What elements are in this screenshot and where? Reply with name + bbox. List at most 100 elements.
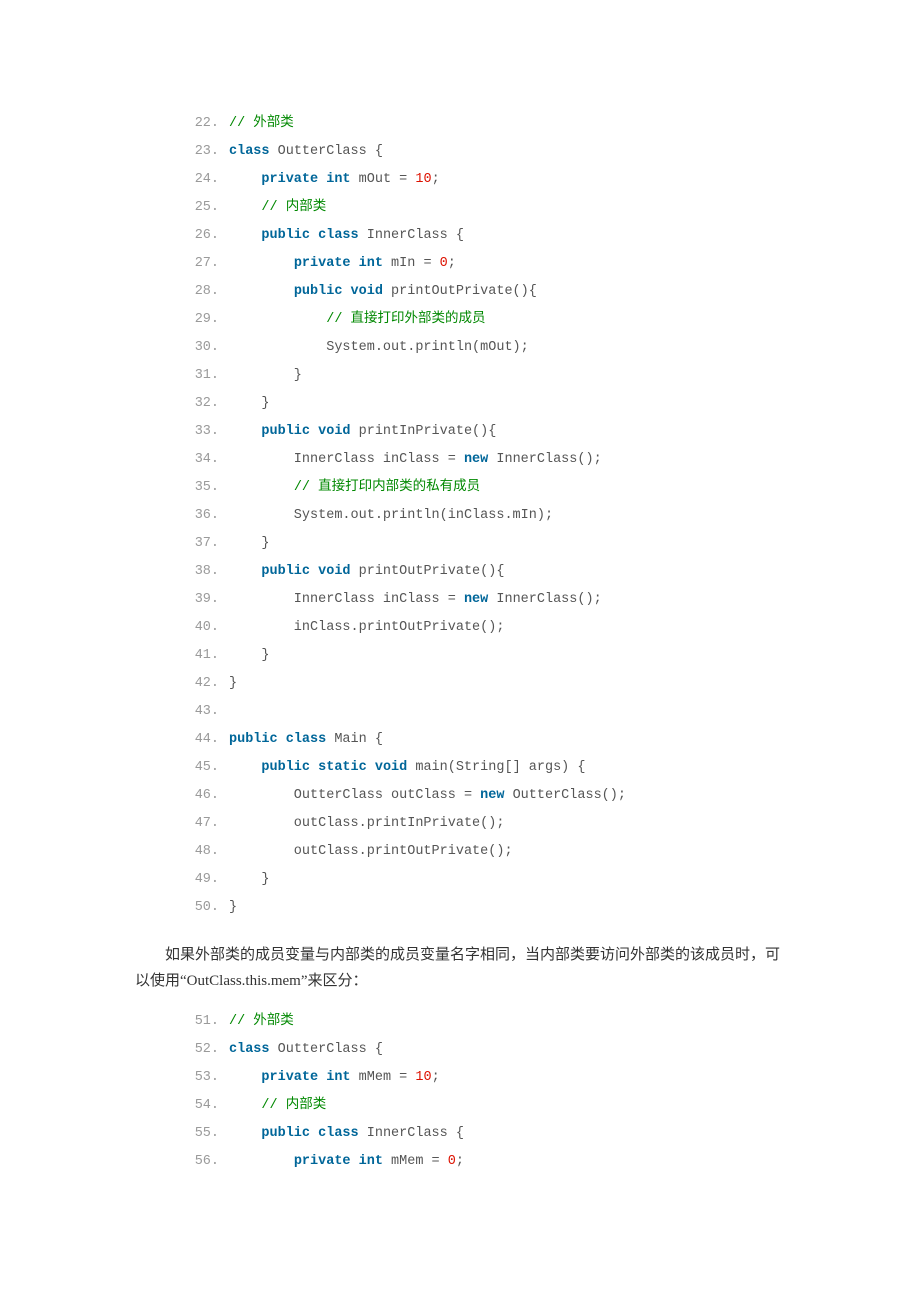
line-number: 52 (185, 1036, 229, 1064)
code-content: public class InnerClass { (229, 1120, 464, 1148)
line-number: 50 (185, 894, 229, 922)
code-content: System.out.println(inClass.mIn); (229, 502, 553, 530)
code-content: } (229, 362, 302, 390)
code-line: 44public class Main { (185, 726, 785, 754)
code-content: } (229, 866, 270, 894)
code-content: // 直接打印外部类的成员 (229, 306, 486, 334)
line-number: 41 (185, 642, 229, 670)
code-line: 27 private int mIn = 0; (185, 250, 785, 278)
line-number: 53 (185, 1064, 229, 1092)
code-line: 38 public void printOutPrivate(){ (185, 558, 785, 586)
code-line: 30 System.out.println(mOut); (185, 334, 785, 362)
code-content: public void printInPrivate(){ (229, 418, 496, 446)
line-number: 44 (185, 726, 229, 754)
code-block-2: 51// 外部类52class OutterClass {53 private … (185, 1008, 785, 1176)
line-number: 43 (185, 698, 229, 726)
line-number: 34 (185, 446, 229, 474)
code-line: 41 } (185, 642, 785, 670)
code-line: 33 public void printInPrivate(){ (185, 418, 785, 446)
code-content: inClass.printOutPrivate(); (229, 614, 504, 642)
code-content: } (229, 390, 270, 418)
line-number: 47 (185, 810, 229, 838)
document-page: 22// 外部类23class OutterClass {24 private … (0, 0, 920, 1302)
line-number: 23 (185, 138, 229, 166)
code-line: 47 outClass.printInPrivate(); (185, 810, 785, 838)
code-content: private int mMem = 0; (229, 1148, 464, 1176)
code-line: 53 private int mMem = 10; (185, 1064, 785, 1092)
line-number: 25 (185, 194, 229, 222)
line-number: 49 (185, 866, 229, 894)
line-number: 29 (185, 306, 229, 334)
code-content: public void printOutPrivate(){ (229, 278, 537, 306)
code-content: } (229, 894, 237, 922)
code-line: 26 public class InnerClass { (185, 222, 785, 250)
code-content: outClass.printOutPrivate(); (229, 838, 513, 866)
line-number: 40 (185, 614, 229, 642)
line-number: 39 (185, 586, 229, 614)
code-content: InnerClass inClass = new InnerClass(); (229, 446, 602, 474)
line-number: 31 (185, 362, 229, 390)
line-number: 30 (185, 334, 229, 362)
code-line: 22// 外部类 (185, 110, 785, 138)
line-number: 27 (185, 250, 229, 278)
line-number: 36 (185, 502, 229, 530)
code-line: 43 (185, 698, 785, 726)
code-content: // 内部类 (229, 1092, 326, 1120)
line-number: 38 (185, 558, 229, 586)
code-line: 42} (185, 670, 785, 698)
line-number: 51 (185, 1008, 229, 1036)
code-block-1: 22// 外部类23class OutterClass {24 private … (185, 110, 785, 922)
code-content: System.out.println(mOut); (229, 334, 529, 362)
line-number: 45 (185, 754, 229, 782)
code-line: 31 } (185, 362, 785, 390)
line-number: 24 (185, 166, 229, 194)
code-line: 36 System.out.println(inClass.mIn); (185, 502, 785, 530)
line-number: 46 (185, 782, 229, 810)
code-line: 45 public static void main(String[] args… (185, 754, 785, 782)
code-content: private int mIn = 0; (229, 250, 456, 278)
code-line: 24 private int mOut = 10; (185, 166, 785, 194)
code-line: 54 // 内部类 (185, 1092, 785, 1120)
code-line: 25 // 内部类 (185, 194, 785, 222)
code-line: 40 inClass.printOutPrivate(); (185, 614, 785, 642)
code-line: 35 // 直接打印内部类的私有成员 (185, 474, 785, 502)
line-number: 32 (185, 390, 229, 418)
line-number: 26 (185, 222, 229, 250)
code-content: private int mOut = 10; (229, 166, 440, 194)
code-line: 28 public void printOutPrivate(){ (185, 278, 785, 306)
code-line: 48 outClass.printOutPrivate(); (185, 838, 785, 866)
code-line: 32 } (185, 390, 785, 418)
code-line: 39 InnerClass inClass = new InnerClass()… (185, 586, 785, 614)
code-line: 55 public class InnerClass { (185, 1120, 785, 1148)
code-line: 52class OutterClass { (185, 1036, 785, 1064)
code-content: OutterClass outClass = new OutterClass()… (229, 782, 626, 810)
code-content: } (229, 670, 237, 698)
code-content: // 内部类 (229, 194, 326, 222)
line-number: 33 (185, 418, 229, 446)
line-number: 54 (185, 1092, 229, 1120)
line-number: 42 (185, 670, 229, 698)
code-content: // 外部类 (229, 1008, 294, 1036)
code-line: 34 InnerClass inClass = new InnerClass()… (185, 446, 785, 474)
code-line: 23class OutterClass { (185, 138, 785, 166)
code-line: 56 private int mMem = 0; (185, 1148, 785, 1176)
code-line: 29 // 直接打印外部类的成员 (185, 306, 785, 334)
code-content: public void printOutPrivate(){ (229, 558, 504, 586)
line-number: 35 (185, 474, 229, 502)
line-number: 48 (185, 838, 229, 866)
line-number: 55 (185, 1120, 229, 1148)
paragraph-1: 如果外部类的成员变量与内部类的成员变量名字相同，当内部类要访问外部类的该成员时，… (135, 942, 785, 994)
code-line: 37 } (185, 530, 785, 558)
code-content: } (229, 642, 270, 670)
code-line: 46 OutterClass outClass = new OutterClas… (185, 782, 785, 810)
code-line: 49 } (185, 866, 785, 894)
code-line: 50} (185, 894, 785, 922)
code-line: 51// 外部类 (185, 1008, 785, 1036)
line-number: 37 (185, 530, 229, 558)
line-number: 56 (185, 1148, 229, 1176)
code-content: class OutterClass { (229, 1036, 383, 1064)
code-content: outClass.printInPrivate(); (229, 810, 504, 838)
code-content: InnerClass inClass = new InnerClass(); (229, 586, 602, 614)
code-content: class OutterClass { (229, 138, 383, 166)
code-content: // 直接打印内部类的私有成员 (229, 474, 480, 502)
